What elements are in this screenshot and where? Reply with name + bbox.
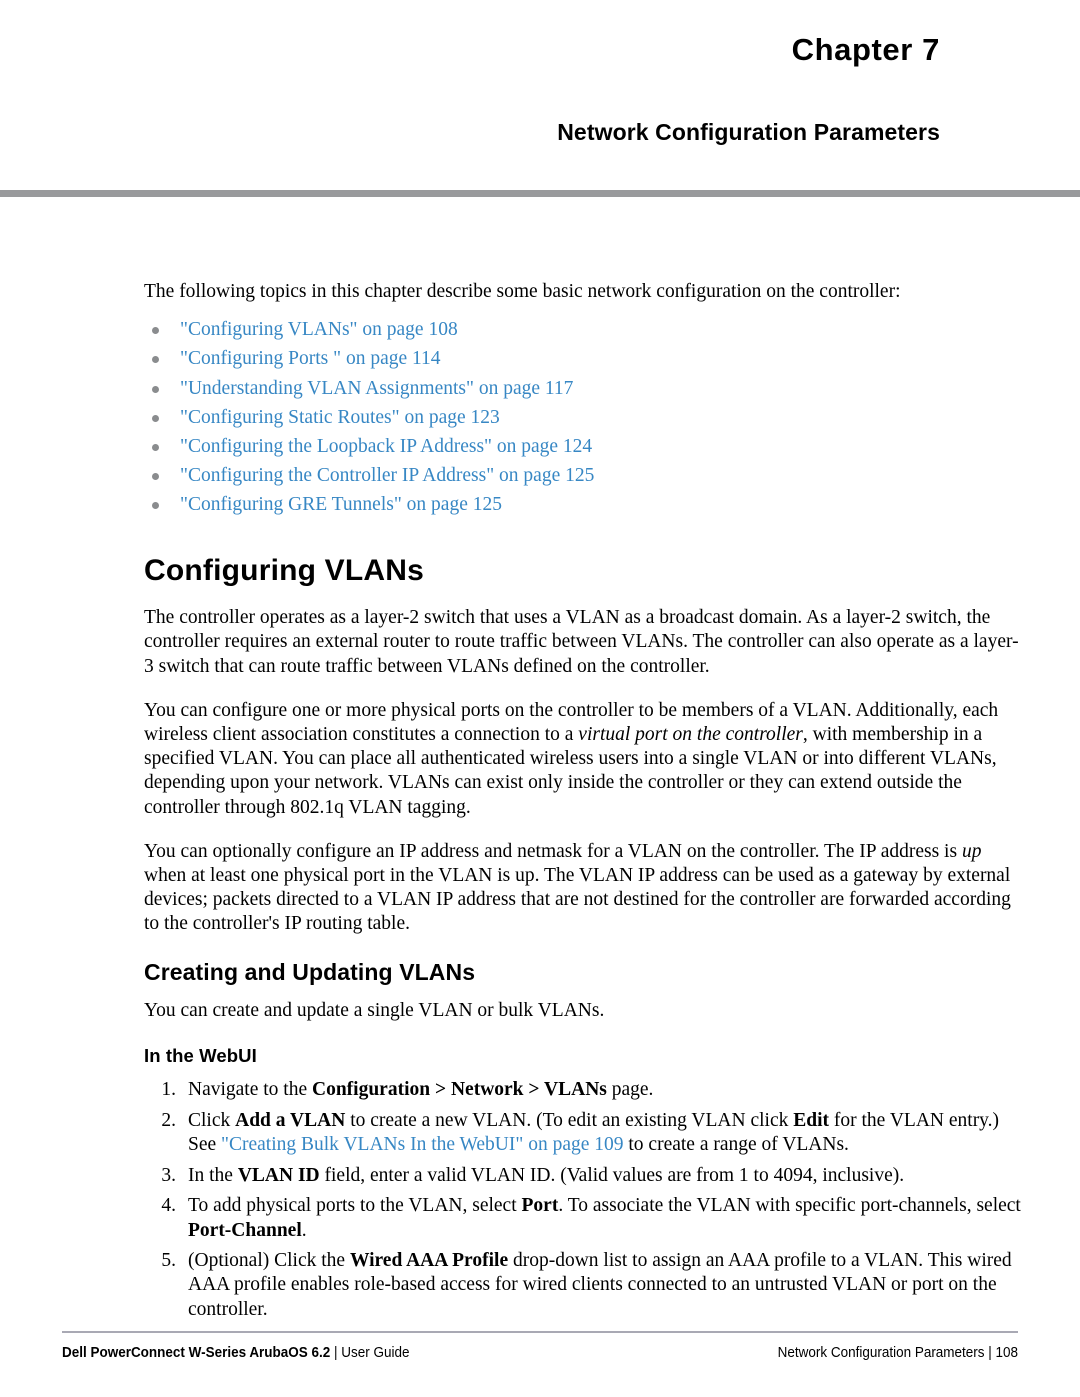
text-run: Click bbox=[188, 1109, 236, 1131]
topic-links-list: "Configuring VLANs" on page 108 "Configu… bbox=[144, 315, 1024, 519]
text-run: when at least one physical port in the V… bbox=[144, 864, 1011, 935]
section-heading-creating-updating-vlans: Creating and Updating VLANs bbox=[144, 958, 476, 985]
topic-link[interactable]: "Configuring the Loopback IP Address" on… bbox=[180, 436, 592, 457]
footer-chapter-title: Network Configuration Parameters bbox=[777, 1345, 985, 1361]
bold-run: VLAN ID bbox=[237, 1164, 320, 1186]
bold-run: Wired AAA Profile bbox=[349, 1249, 509, 1271]
list-item[interactable]: "Understanding VLAN Assignments" on page… bbox=[144, 374, 1024, 403]
paragraph-vlan-overview: The controller operates as a layer-2 swi… bbox=[144, 607, 1019, 677]
bullet-dot-icon bbox=[152, 502, 159, 510]
footer-left-text: Dell PowerConnect W-Series ArubaOS 6.2 |… bbox=[62, 1345, 409, 1361]
text-run: In the bbox=[188, 1164, 238, 1186]
text-run: (Optional) Click the bbox=[188, 1249, 350, 1271]
text-run: . To associate the VLAN with specific po… bbox=[558, 1195, 1021, 1217]
page-footer: Dell PowerConnect W-Series ArubaOS 6.2 |… bbox=[62, 1345, 1018, 1361]
text-run: to create a range of VLANs. bbox=[623, 1134, 849, 1156]
chapter-title: Network Configuration Parameters bbox=[557, 119, 940, 146]
topic-link[interactable]: "Configuring Ports " on page 114 bbox=[180, 348, 441, 369]
text-run: page. bbox=[606, 1079, 654, 1101]
topic-link[interactable]: "Configuring GRE Tunnels" on page 125 bbox=[180, 494, 502, 515]
footer-divider-rule bbox=[62, 1331, 1018, 1333]
topic-link[interactable]: "Configuring VLANs" on page 108 bbox=[180, 319, 458, 340]
footer-separator: | bbox=[984, 1345, 996, 1361]
step-number: 5. bbox=[161, 1249, 176, 1271]
bullet-dot-icon bbox=[152, 414, 159, 422]
step-text: Navigate to the Configuration > Network … bbox=[188, 1079, 653, 1100]
bullet-dot-icon bbox=[152, 385, 159, 393]
bold-run: Configuration > Network > VLANs bbox=[312, 1079, 607, 1101]
emphasis-up: up bbox=[961, 840, 982, 862]
list-item[interactable]: "Configuring the Loopback IP Address" on… bbox=[144, 432, 1024, 461]
list-item[interactable]: "Configuring Static Routes" on page 123 bbox=[144, 403, 1024, 432]
list-item: 2. Click Add a VLAN to create a new VLAN… bbox=[144, 1109, 1024, 1158]
step-text: In the VLAN ID field, enter a valid VLAN… bbox=[188, 1165, 904, 1186]
step-text: Click Add a VLAN to create a new VLAN. (… bbox=[188, 1110, 999, 1155]
footer-right-text: Network Configuration Parameters | 108 bbox=[778, 1345, 1018, 1361]
bullet-dot-icon bbox=[152, 356, 159, 364]
list-item[interactable]: "Configuring VLANs" on page 108 bbox=[144, 315, 1024, 344]
chapter-number: Chapter 7 bbox=[791, 32, 940, 67]
section-heading-configuring-vlans: Configuring VLANs bbox=[144, 553, 425, 587]
topic-link[interactable]: "Understanding VLAN Assignments" on page… bbox=[180, 378, 573, 399]
bold-run: Port bbox=[521, 1195, 559, 1217]
footer-page-number: 108 bbox=[995, 1345, 1019, 1361]
inline-link[interactable]: "Creating Bulk VLANs In the WebUI" on pa… bbox=[221, 1134, 623, 1155]
list-item: 5. (Optional) Click the Wired AAA Profil… bbox=[144, 1249, 1024, 1322]
emphasis-virtual-port: virtual port on the controller bbox=[578, 723, 803, 745]
step-text: To add physical ports to the VLAN, selec… bbox=[188, 1195, 1021, 1240]
chapter-header: Chapter 7 Network Configuration Paramete… bbox=[0, 0, 1080, 146]
topic-link[interactable]: "Configuring the Controller IP Address" … bbox=[180, 465, 594, 486]
bold-run: Port-Channel bbox=[188, 1219, 302, 1241]
topic-link[interactable]: "Configuring Static Routes" on page 123 bbox=[180, 407, 500, 428]
list-item[interactable]: "Configuring the Controller IP Address" … bbox=[144, 461, 1024, 490]
footer-doc-type: User Guide bbox=[341, 1345, 410, 1361]
paragraph-creating-updating: You can create and update a single VLAN … bbox=[144, 1000, 605, 1021]
bold-run: Edit bbox=[793, 1109, 829, 1131]
list-item: 1. Navigate to the Configuration > Netwo… bbox=[144, 1078, 1024, 1102]
bold-run: Add a VLAN bbox=[235, 1109, 346, 1131]
step-number: 3. bbox=[161, 1164, 176, 1186]
list-item[interactable]: "Configuring Ports " on page 114 bbox=[144, 344, 1024, 373]
paragraph-vlan-membership: You can configure one or more physical p… bbox=[144, 699, 1024, 820]
paragraph-vlan-ip-address: You can optionally configure an IP addre… bbox=[144, 840, 1024, 937]
page-content: The following topics in this chapter des… bbox=[144, 280, 1024, 1328]
list-item[interactable]: "Configuring GRE Tunnels" on page 125 bbox=[144, 490, 1024, 519]
document-page: Chapter 7 Network Configuration Paramete… bbox=[0, 0, 1080, 1397]
text-run: To add physical ports to the VLAN, selec… bbox=[188, 1195, 522, 1217]
section-subheading-in-the-webui: In the WebUI bbox=[144, 1045, 257, 1067]
text-run: You can optionally configure an IP addre… bbox=[144, 840, 962, 862]
list-item: 4. To add physical ports to the VLAN, se… bbox=[144, 1194, 1024, 1243]
footer-product-name: Dell PowerConnect W-Series ArubaOS 6.2 bbox=[62, 1345, 331, 1361]
text-run: . bbox=[301, 1219, 307, 1241]
procedure-steps-list: 1. Navigate to the Configuration > Netwo… bbox=[144, 1078, 1024, 1322]
text-run: Navigate to the bbox=[188, 1079, 312, 1101]
list-item: 3. In the VLAN ID field, enter a valid V… bbox=[144, 1164, 1024, 1188]
text-run: field, enter a valid VLAN ID. (Valid val… bbox=[319, 1164, 905, 1186]
bullet-dot-icon bbox=[152, 327, 159, 335]
footer-separator: | bbox=[330, 1345, 342, 1361]
intro-paragraph: The following topics in this chapter des… bbox=[144, 281, 901, 302]
header-divider-rule bbox=[0, 190, 1080, 197]
text-run: to create a new VLAN. (To edit an existi… bbox=[345, 1109, 794, 1131]
bullet-dot-icon bbox=[152, 473, 159, 481]
bullet-dot-icon bbox=[152, 444, 159, 452]
step-number: 4. bbox=[161, 1195, 176, 1217]
step-number: 2. bbox=[161, 1109, 176, 1131]
step-text: (Optional) Click the Wired AAA Profile d… bbox=[188, 1250, 1012, 1320]
step-number: 1. bbox=[161, 1079, 176, 1101]
